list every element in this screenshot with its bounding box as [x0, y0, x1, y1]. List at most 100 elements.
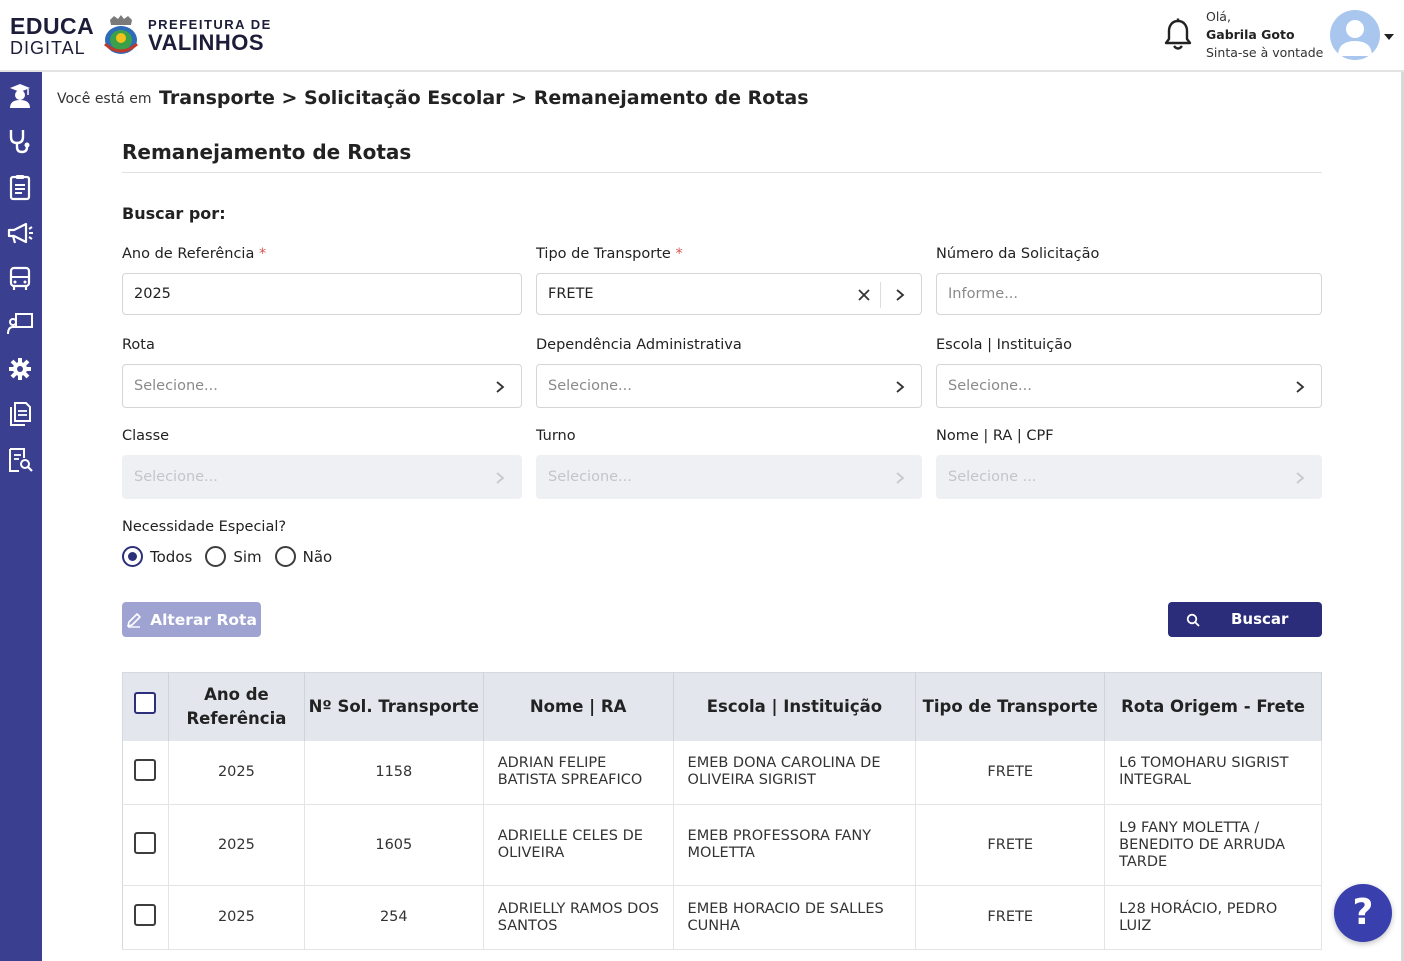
- table-row: 2025 1158 ADRIAN FELIPE BATISTA SPREAFIC…: [122, 740, 1322, 805]
- row-checkbox[interactable]: [134, 758, 157, 781]
- radio-nao[interactable]: Não: [274, 546, 333, 567]
- radio-nao-circle[interactable]: [274, 546, 296, 567]
- ano-referencia-input[interactable]: 2025: [122, 273, 522, 315]
- rota-label: Rota: [122, 337, 155, 353]
- ano-referencia-label: Ano de Referência *: [122, 246, 266, 262]
- turno-label: Turno: [536, 428, 576, 444]
- cell-tipo: FRETE: [915, 885, 1106, 950]
- table-row: 2025 1605 ADRIELLE CELES DE OLIVEIRA EME…: [122, 804, 1322, 886]
- report-search-icon[interactable]: [6, 446, 34, 474]
- breadcrumb-prefix: Você está em: [57, 91, 152, 107]
- escola-select[interactable]: Selecione...: [936, 364, 1322, 408]
- alterar-rota-button[interactable]: Alterar Rota: [122, 602, 261, 637]
- ano-referencia-value: 2025: [134, 286, 171, 302]
- logo-educa-text: EDUCA: [10, 13, 95, 39]
- row-checkbox[interactable]: [134, 831, 157, 854]
- stethoscope-icon[interactable]: [6, 127, 34, 155]
- row-select-cell: [122, 740, 169, 805]
- header-escola[interactable]: Escola | Instituição: [673, 672, 917, 741]
- user-name: Gabrila Goto: [1206, 27, 1295, 42]
- clipboard-icon[interactable]: [6, 173, 34, 201]
- cell-ano: 2025: [168, 804, 305, 886]
- tipo-transporte-label: Tipo de Transporte *: [536, 246, 683, 262]
- row-checkbox[interactable]: [134, 904, 157, 926]
- classe-label: Classe: [122, 428, 170, 444]
- page-title: Remanejamento de Rotas: [122, 140, 412, 164]
- help-button[interactable]: ?: [1334, 884, 1392, 942]
- header-numero-solicitacao[interactable]: Nº Sol. Transporte: [304, 672, 484, 741]
- header-nome-ra[interactable]: Nome | RA: [483, 672, 674, 741]
- user-menu-caret-icon[interactable]: [1384, 34, 1394, 40]
- table-row: 2025 254 ADRIELLY RAMOS DOS SANTOS EMEB …: [122, 885, 1322, 950]
- numero-solicitacao-label: Número da Solicitação: [936, 246, 1100, 262]
- radio-todos[interactable]: Todos: [122, 546, 192, 567]
- chevron-right-icon: [896, 472, 905, 484]
- radio-sim-circle[interactable]: [205, 546, 227, 567]
- avatar[interactable]: [1330, 10, 1380, 60]
- graduation-icon[interactable]: [6, 82, 34, 110]
- chevron-right-icon: [896, 381, 905, 393]
- dependencia-placeholder: Selecione...: [548, 378, 632, 394]
- greeting-text: Olá,: [1206, 9, 1231, 24]
- chevron-right-icon: [1296, 472, 1305, 484]
- chevron-right-icon: [496, 472, 505, 484]
- bell-icon[interactable]: [1162, 18, 1194, 52]
- select-all-checkbox[interactable]: [134, 692, 157, 715]
- header-rota-origem[interactable]: Rota Origem - Frete: [1104, 672, 1322, 741]
- classe-select[interactable]: Selecione...: [122, 455, 522, 499]
- radio-sim-label: Sim: [233, 547, 262, 566]
- cell-tipo: FRETE: [915, 740, 1106, 805]
- breadcrumb: Transporte > Solicitação Escolar > Reman…: [159, 87, 809, 109]
- radio-nao-label: Não: [302, 547, 333, 566]
- rota-select[interactable]: Selecione...: [122, 364, 522, 408]
- logo-digital-text: DIGITAL: [10, 38, 86, 58]
- gear-icon[interactable]: [6, 355, 34, 383]
- educa-digital-logo[interactable]: EDUCA DIGITAL: [10, 13, 95, 58]
- clear-icon[interactable]: [857, 288, 871, 302]
- necessidade-radio-group: Todos Sim Não: [122, 546, 345, 567]
- header-ano-referencia[interactable]: Ano de Referência: [168, 672, 305, 741]
- prefeitura-logo: PREFEITURA DE VALINHOS: [148, 18, 272, 54]
- tipo-transporte-select[interactable]: FRETE: [536, 273, 922, 315]
- escola-placeholder: Selecione...: [948, 378, 1032, 394]
- dependencia-select[interactable]: Selecione...: [536, 364, 922, 408]
- valinhos-seal-icon: [104, 15, 138, 54]
- radio-todos-label: Todos: [150, 547, 193, 566]
- rota-placeholder: Selecione...: [134, 378, 218, 394]
- search-heading: Buscar por:: [122, 204, 226, 223]
- chevron-right-icon: [1296, 381, 1305, 393]
- classe-placeholder: Selecione...: [134, 469, 218, 485]
- turno-select[interactable]: Selecione...: [536, 455, 922, 499]
- cell-nome: ADRIAN FELIPE BATISTA SPREAFICO: [483, 740, 674, 805]
- chevron-right-icon: [496, 381, 505, 393]
- alterar-rota-label: Alterar Rota: [150, 610, 257, 629]
- cell-nome: ADRIELLE CELES DE OLIVEIRA: [483, 804, 674, 886]
- turno-placeholder: Selecione...: [548, 469, 632, 485]
- bus-icon[interactable]: [6, 264, 34, 292]
- ano-referencia-label-text: Ano de Referência: [122, 246, 255, 262]
- teacher-board-icon[interactable]: [6, 310, 34, 338]
- megaphone-icon[interactable]: [6, 219, 34, 247]
- cell-tipo: FRETE: [915, 804, 1106, 886]
- required-marker: *: [675, 246, 683, 262]
- top-header: EDUCA DIGITAL PREFEITURA DE VALINHOS Olá…: [0, 0, 1404, 72]
- cell-solicitacao: 254: [304, 885, 484, 950]
- nome-ra-cpf-select[interactable]: Selecione ...: [936, 455, 1322, 499]
- radio-sim[interactable]: Sim: [205, 546, 262, 567]
- title-divider: [122, 172, 1322, 173]
- documents-icon[interactable]: [6, 400, 34, 428]
- user-avatar-icon: [1338, 20, 1372, 56]
- numero-solicitacao-placeholder: Informe...: [948, 286, 1019, 302]
- radio-todos-circle[interactable]: [122, 546, 143, 567]
- cell-rota: L9 FANY MOLETTA / BENEDITO DE ARRUDA TAR…: [1104, 804, 1322, 886]
- tipo-transporte-label-text: Tipo de Transporte: [536, 246, 671, 262]
- escola-label: Escola | Instituição: [936, 337, 1072, 353]
- chevron-right-icon[interactable]: [893, 288, 907, 302]
- cell-solicitacao: 1158: [304, 740, 484, 805]
- sidebar: [0, 72, 42, 961]
- numero-solicitacao-input[interactable]: Informe...: [936, 273, 1322, 315]
- header-tipo-transporte[interactable]: Tipo de Transporte: [915, 672, 1106, 741]
- table-header-row: Ano de Referência Nº Sol. Transporte Nom…: [122, 672, 1322, 741]
- cell-rota: L6 TOMOHARU SIGRIST INTEGRAL: [1104, 740, 1322, 805]
- buscar-button[interactable]: Buscar: [1168, 602, 1322, 637]
